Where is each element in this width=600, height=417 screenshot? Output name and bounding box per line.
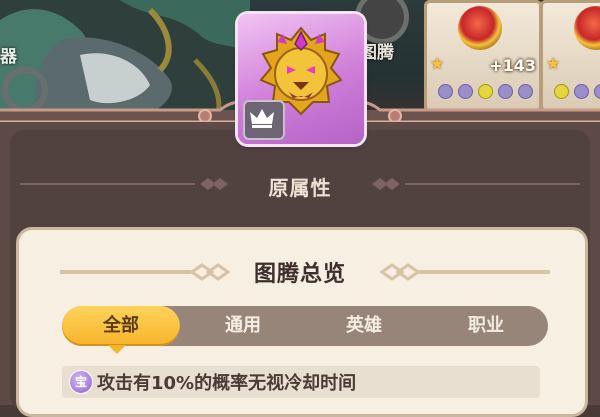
totem-label: 图腾: [360, 43, 394, 63]
star-icon: ★: [430, 54, 445, 73]
title-ornament-right: [380, 263, 550, 281]
totem-emblem-icon: [574, 6, 600, 50]
tab-all[interactable]: 全部: [62, 306, 180, 346]
totem-emblem-icon: [458, 6, 502, 50]
totem-bonus: +143: [489, 56, 536, 75]
background-label: 器: [0, 47, 17, 67]
crown-icon: [243, 100, 285, 140]
totem-card[interactable]: ★ +2: [540, 0, 600, 112]
treasure-badge-icon: 宝: [69, 370, 93, 394]
gem-row: [554, 84, 600, 99]
star-icon: ★: [546, 54, 561, 73]
gem-row: [438, 84, 533, 99]
effect-description: 攻击有10%的概率无视冷却时间: [97, 373, 357, 394]
active-tab-pointer: [108, 345, 126, 354]
totem-card[interactable]: ★ +143: [424, 0, 542, 112]
tab-hero[interactable]: 英雄: [305, 306, 423, 346]
tab-class[interactable]: 职业: [427, 306, 545, 346]
tab-general[interactable]: 通用: [184, 306, 302, 346]
attribute-title: 原属性: [268, 176, 332, 200]
